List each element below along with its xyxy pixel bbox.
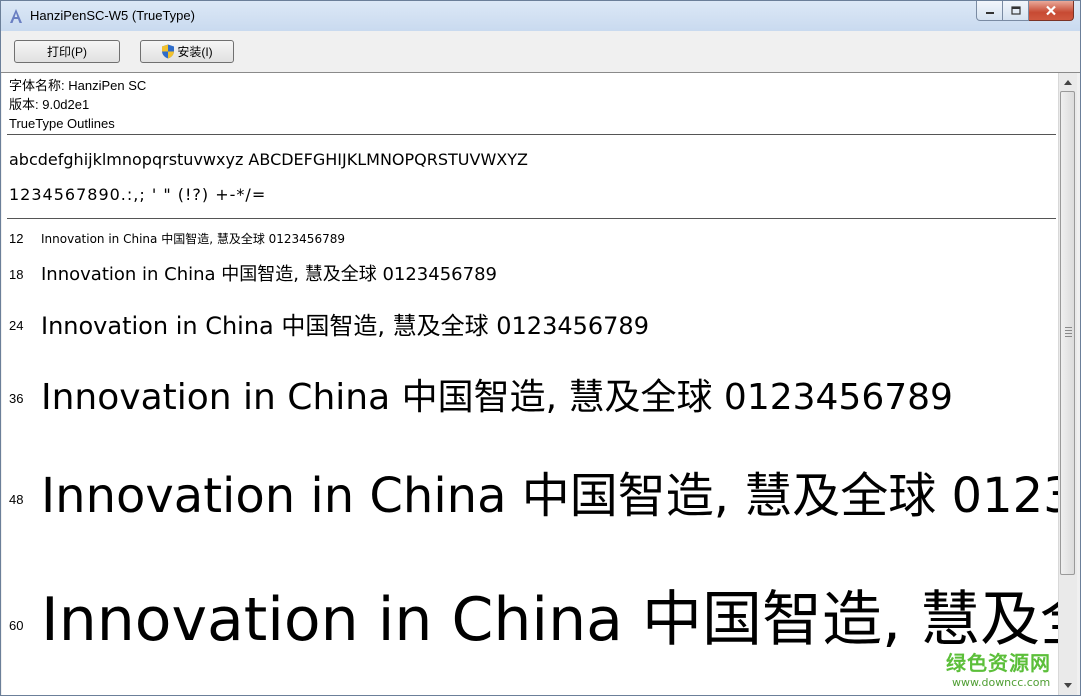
divider (7, 218, 1056, 219)
sample-text-12: Innovation in China 中国智造, 慧及全球 012345678… (41, 232, 345, 246)
divider (7, 134, 1056, 135)
minimize-icon (985, 11, 994, 14)
sample-text-48: Innovation in China 中国智造, 慧及全球 012345678… (41, 468, 1058, 524)
arrow-down-icon (1064, 682, 1072, 688)
size-label: 24 (9, 318, 24, 333)
font-name-line: 字体名称: HanziPen SC (9, 78, 147, 93)
sample-text-60: Innovation in China 中国智造, 慧及全球 012345678… (41, 585, 1058, 655)
size-label: 60 (9, 618, 24, 633)
arrow-up-icon (1064, 79, 1072, 85)
scrollbar-thumb[interactable] (1060, 91, 1075, 575)
font-viewer-window: HanziPenSC-W5 (TrueType) 打印(P) 安装(I) 字体名… (0, 0, 1081, 696)
font-outline-line: TrueType Outlines (9, 116, 115, 131)
sample-text-24: Innovation in China 中国智造, 慧及全球 012345678… (41, 312, 649, 340)
scroll-up-button[interactable] (1060, 74, 1076, 90)
watermark: 绿色资源网 www.downcc.com (946, 647, 1051, 689)
vertical-scrollbar[interactable] (1058, 73, 1077, 695)
font-info-block: 字体名称: HanziPen SC 版本: 9.0d2e1 TrueType O… (9, 76, 146, 133)
print-button-label: 打印(P) (47, 45, 87, 59)
minimize-button[interactable] (976, 1, 1003, 21)
watermark-text: 绿色资源网 (946, 651, 1051, 675)
watermark-url: www.downcc.com (952, 676, 1051, 689)
size-label: 36 (9, 391, 24, 406)
size-label: 12 (9, 231, 24, 246)
close-icon (1046, 5, 1056, 16)
sample-text-36: Innovation in China 中国智造, 慧及全球 012345678… (41, 377, 953, 418)
sample-text-18: Innovation in China 中国智造, 慧及全球 012345678… (41, 264, 497, 285)
maximize-icon (1010, 6, 1021, 15)
window-title: HanziPenSC-W5 (TrueType) (30, 8, 195, 23)
font-preview-pane: 字体名称: HanziPen SC 版本: 9.0d2e1 TrueType O… (2, 73, 1058, 695)
size-label: 18 (9, 267, 24, 282)
font-a-icon (10, 9, 22, 23)
toolbar: 打印(P) 安装(I) (1, 31, 1080, 73)
title-bar[interactable]: HanziPenSC-W5 (TrueType) (1, 1, 1080, 31)
charset-digits-symbols: 1234567890.:,; ' " (!?) +-*/= (9, 185, 267, 204)
close-button[interactable] (1029, 1, 1074, 21)
size-label: 48 (9, 492, 24, 507)
install-button[interactable]: 安装(I) (140, 40, 234, 63)
install-button-label: 安装(I) (177, 45, 213, 59)
font-version-line: 版本: 9.0d2e1 (9, 97, 90, 112)
maximize-button[interactable] (1003, 1, 1029, 21)
scroll-down-button[interactable] (1060, 677, 1076, 693)
uac-shield-icon (162, 44, 175, 59)
print-button[interactable]: 打印(P) (14, 40, 120, 63)
caption-buttons (976, 1, 1074, 21)
charset-letters: abcdefghijklmnopqrstuvwxyz ABCDEFGHIJKLM… (9, 150, 528, 169)
